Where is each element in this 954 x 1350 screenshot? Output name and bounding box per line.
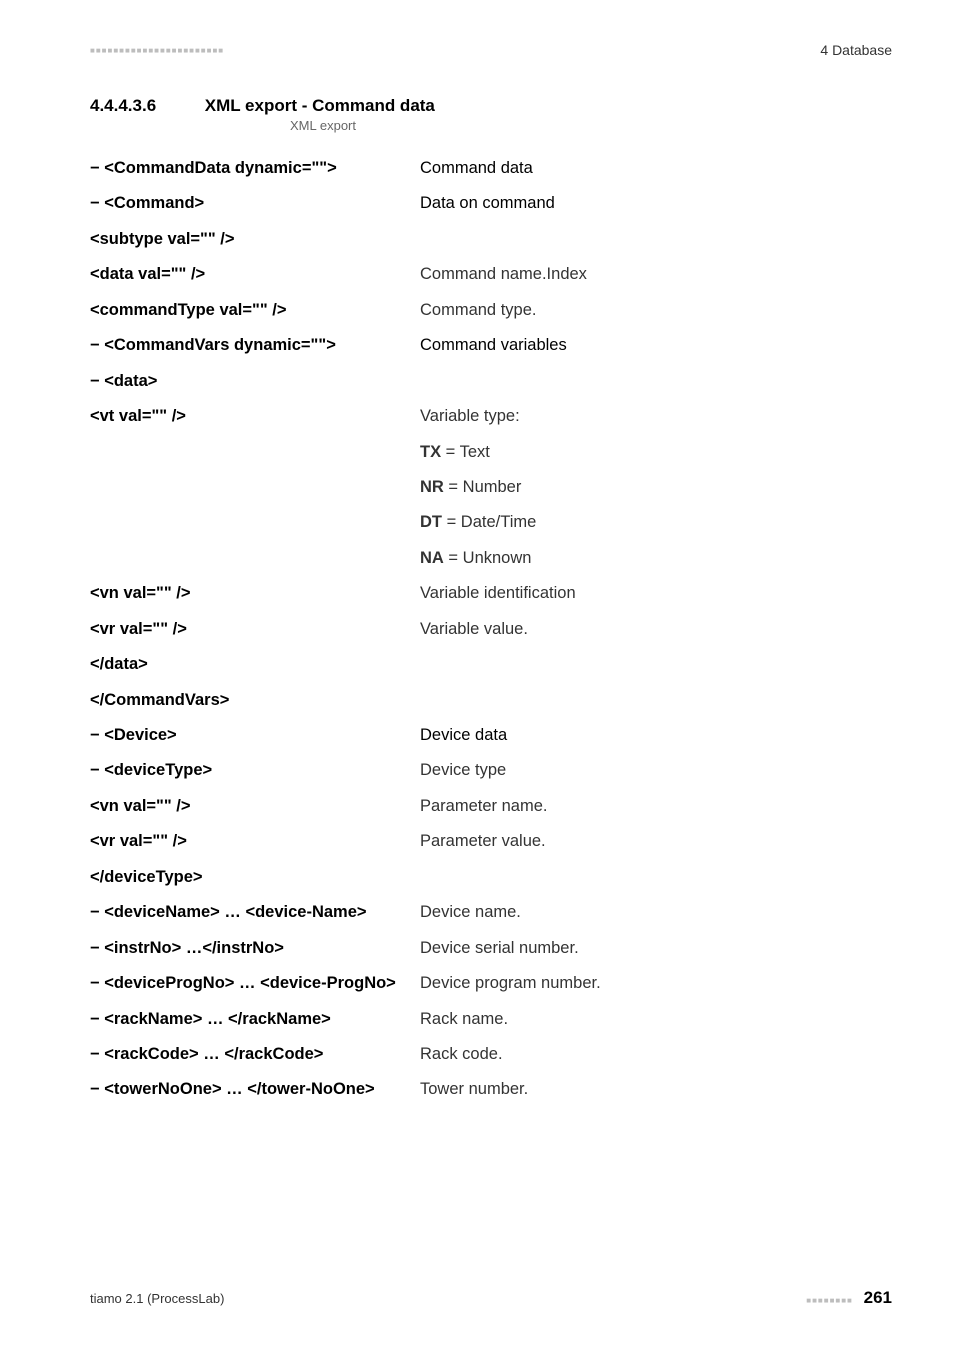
term: <subtype val="" /> [90,229,420,250]
term: − <deviceName> … <device-Name> [90,902,420,923]
description: NR = Number [420,477,892,498]
description: Device type [420,760,892,781]
definition-row: <vn val="" />Parameter name. [90,789,892,824]
description: Variable identification [420,583,892,604]
definition-row: − <data> [90,364,892,399]
page-number: 261 [864,1288,892,1307]
term: <vr val="" /> [90,831,420,852]
definition-row: TX = Text [90,435,892,470]
description: Tower number. [420,1079,892,1100]
description: Device program number. [420,973,892,994]
description: Parameter name. [420,796,892,817]
term: − <deviceProgNo> … <device-ProgNo> [90,973,420,994]
header-chapter: 4 Database [820,42,892,58]
term: <vn val="" /> [90,583,420,604]
definition-row: − <CommandData dynamic="">Command data [90,151,892,186]
definition-row: − <towerNoOne> … </tower-NoOne>Tower num… [90,1072,892,1107]
definition-row: − <deviceProgNo> … <device-ProgNo>Device… [90,966,892,1001]
definition-row: <vr val="" />Parameter value. [90,824,892,859]
term: </CommandVars> [90,690,420,711]
term: <data val="" /> [90,264,420,285]
description: Command data [420,158,892,179]
definition-row: DT = Date/Time [90,505,892,540]
definition-row: <data val="" />Command name.Index [90,257,892,292]
term: − <Command> [90,193,420,214]
header-dots: ■■■■■■■■■■■■■■■■■■■■■■■ [90,46,224,55]
term: <commandType val="" /> [90,300,420,321]
description: Rack name. [420,1009,892,1030]
footer-page: ■■■■■■■■ 261 [806,1288,892,1308]
description: Command variables [420,335,892,356]
term: </deviceType> [90,867,420,888]
definition-row: − <deviceName> … <device-Name>Device nam… [90,895,892,930]
definition-row: NR = Number [90,470,892,505]
definition-row: <vr val="" />Variable value. [90,612,892,647]
term: − <rackCode> … </rackCode> [90,1044,420,1065]
definition-row: − <rackName> … </rackName>Rack name. [90,1002,892,1037]
description: Command name.Index [420,264,892,285]
description: Variable type: [420,406,892,427]
definition-row: − <deviceType>Device type [90,753,892,788]
definition-row: <vn val="" />Variable identification [90,576,892,611]
description: Device serial number. [420,938,892,959]
term: − <CommandData dynamic=""> [90,158,420,179]
description: Device data [420,725,892,746]
definition-row: <vt val="" />Variable type: [90,399,892,434]
term: − <towerNoOne> … </tower-NoOne> [90,1079,420,1100]
term: <vn val="" /> [90,796,420,817]
section-title-text: XML export - Command data [205,96,435,115]
definition-row: − <rackCode> … </rackCode>Rack code. [90,1037,892,1072]
definition-row: − <CommandVars dynamic="">Command variab… [90,328,892,363]
section-number: 4.4.4.3.6 [90,96,200,116]
description: Variable value. [420,619,892,640]
definition-row: − <Device>Device data [90,718,892,753]
section-caption: XML export [290,118,892,133]
page-header: ■■■■■■■■■■■■■■■■■■■■■■■ 4 Database [90,42,892,58]
description: Parameter value. [420,831,892,852]
term: − <deviceType> [90,760,420,781]
definition-row: − <instrNo> …</instrNo>Device serial num… [90,931,892,966]
section-heading: 4.4.4.3.6 XML export - Command data [90,96,892,116]
description: DT = Date/Time [420,512,892,533]
definition-row: − <Command>Data on command [90,186,892,221]
description: TX = Text [420,442,892,463]
definition-list: − <CommandData dynamic="">Command data− … [90,151,892,1108]
term: <vt val="" /> [90,406,420,427]
term: − <instrNo> …</instrNo> [90,938,420,959]
term: − <data> [90,371,420,392]
definition-row: <commandType val="" />Command type. [90,293,892,328]
definition-row: <subtype val="" /> [90,222,892,257]
description: NA = Unknown [420,548,892,569]
term: </data> [90,654,420,675]
page-footer: tiamo 2.1 (ProcessLab) ■■■■■■■■ 261 [90,1288,892,1308]
definition-row: NA = Unknown [90,541,892,576]
term: − <CommandVars dynamic=""> [90,335,420,356]
description: Rack code. [420,1044,892,1065]
definition-row: </deviceType> [90,860,892,895]
definition-row: </CommandVars> [90,683,892,718]
footer-product: tiamo 2.1 (ProcessLab) [90,1291,224,1306]
term: − <rackName> … </rackName> [90,1009,420,1030]
term: − <Device> [90,725,420,746]
description: Command type. [420,300,892,321]
description: Device name. [420,902,892,923]
definition-row: </data> [90,647,892,682]
term: <vr val="" /> [90,619,420,640]
footer-dots: ■■■■■■■■ [806,1296,853,1305]
description: Data on command [420,193,892,214]
